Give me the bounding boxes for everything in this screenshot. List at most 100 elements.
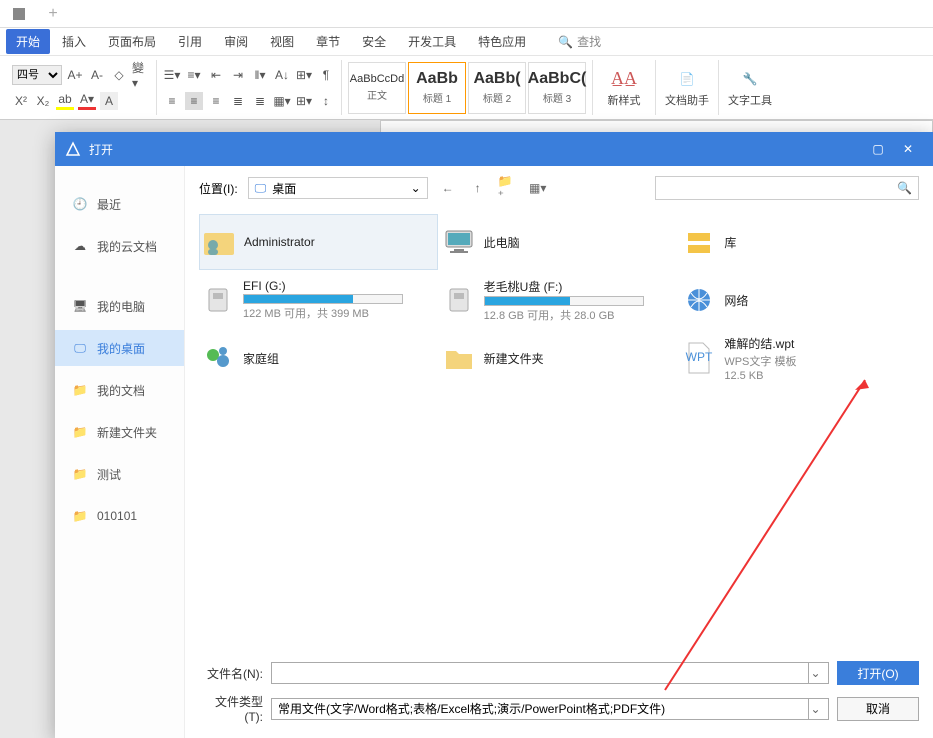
style-body[interactable]: AaBbCcDd正文 (348, 62, 406, 114)
showmarks-icon[interactable]: ¶ (317, 66, 335, 84)
tab-layout[interactable]: 页面布局 (98, 29, 166, 54)
location-select[interactable]: 🖵 桌面 ⌄ (248, 177, 428, 199)
sidebar-label: 最近 (97, 196, 121, 213)
search-field[interactable]: 🔍 (655, 176, 919, 200)
back-icon[interactable]: ← (438, 178, 458, 198)
chevron-down-icon: ⌄ (411, 181, 421, 195)
align-justify-icon[interactable]: ≣ (229, 92, 247, 110)
open-button[interactable]: 打开(O) (837, 661, 919, 685)
grow-font-icon[interactable]: A+ (66, 66, 84, 84)
new-tab-icon[interactable]: + (40, 4, 66, 24)
dialog-main: 位置(I): 🖵 桌面 ⌄ ← ↑ 📁⁺ ▦▾ 🔍 Administ (185, 166, 933, 738)
tab-review[interactable]: 审阅 (214, 29, 258, 54)
style-h1[interactable]: AaBb标题 1 (408, 62, 466, 114)
file-item-udisk[interactable]: 老毛桃U盘 (F:) 12.8 GB 可用，共 28.0 GB (440, 272, 679, 328)
cancel-button[interactable]: 取消 (837, 697, 919, 721)
file-item-network[interactable]: 网络 (680, 272, 919, 328)
align-center-icon[interactable]: ≡ (185, 92, 203, 110)
ribbon-search[interactable]: 🔍 查找 (558, 33, 601, 50)
file-item-admin[interactable]: Administrator (199, 214, 438, 270)
filename-field[interactable]: ⌄ (271, 662, 829, 684)
view-icon[interactable]: ▦▾ (528, 178, 548, 198)
cloud-icon: ☁ (73, 239, 87, 253)
style-h2[interactable]: AaBb(标题 2 (468, 62, 526, 114)
filetype-field[interactable]: 常用文件(文字/Word格式;表格/Excel格式;演示/PowerPoint格… (271, 698, 829, 720)
tab-dev[interactable]: 开发工具 (398, 29, 466, 54)
file-item-lib[interactable]: 库 (680, 214, 919, 270)
network-icon (682, 283, 716, 317)
sidebar-item-cloud[interactable]: ☁ 我的云文档 (55, 228, 184, 264)
sidebar-label: 测试 (97, 466, 121, 483)
sidebar-label: 我的桌面 (97, 340, 145, 357)
file-name: 难解的结.wpt (724, 335, 796, 352)
char-shading-icon[interactable]: A (100, 92, 118, 110)
text-direction-icon[interactable]: ↕ (317, 92, 335, 110)
font-group: 四号 A+ A- ◇ 變▾ X² X₂ ab A▾ A (6, 60, 157, 115)
up-icon[interactable]: ↑ (468, 178, 488, 198)
file-name: EFI (G:) (243, 279, 403, 293)
phonetic-icon[interactable]: 變▾ (132, 66, 150, 84)
subscript-icon[interactable]: X₂ (34, 92, 52, 110)
library-icon (682, 225, 716, 259)
new-style-button[interactable]: A̲A̲ 新样式 (599, 62, 649, 114)
sort-icon[interactable]: A↓ (273, 66, 291, 84)
font-size-select[interactable]: 四号 (12, 65, 62, 85)
tab-start[interactable]: 开始 (6, 29, 50, 54)
tab-security[interactable]: 安全 (352, 29, 396, 54)
linespace-icon[interactable]: ‖▾ (251, 66, 269, 84)
highlight-icon[interactable]: ab (56, 92, 74, 110)
homegroup-icon (201, 341, 235, 375)
superscript-icon[interactable]: X² (12, 92, 30, 110)
sidebar-item-desktop[interactable]: 🖵我的桌面 (55, 330, 184, 366)
file-item-wpt[interactable]: WPT 难解的结.wpt WPS文字 模板 12.5 KB (680, 330, 919, 386)
sidebar-item-newfolder[interactable]: 📁新建文件夹 (55, 414, 184, 450)
shading-icon[interactable]: ▦▾ (273, 92, 291, 110)
tabs-btn-icon[interactable]: ⊞▾ (295, 66, 313, 84)
file-item-folder[interactable]: 新建文件夹 (440, 330, 679, 386)
font-color-icon[interactable]: A▾ (78, 92, 96, 110)
computer-icon (442, 225, 476, 259)
text-tools-button[interactable]: 🔧 文字工具 (725, 62, 775, 114)
align-dist-icon[interactable]: ≣ (251, 92, 269, 110)
close-icon[interactable]: ✕ (893, 139, 923, 159)
tab-special[interactable]: 特色应用 (468, 29, 536, 54)
numbering-icon[interactable]: ≡▾ (185, 66, 203, 84)
sidebar-item-docs[interactable]: 📁我的文档 (55, 372, 184, 408)
file-item-homegroup[interactable]: 家庭组 (199, 330, 438, 386)
dialog-toolbar: 位置(I): 🖵 桌面 ⌄ ← ↑ 📁⁺ ▦▾ 🔍 (185, 166, 933, 210)
sidebar-label: 我的云文档 (97, 238, 157, 255)
tab-ref[interactable]: 引用 (168, 29, 212, 54)
usage-bar (243, 294, 403, 304)
svg-text:WPT: WPT (686, 350, 713, 364)
sidebar-item-computer[interactable]: 🖥我的电脑 (55, 288, 184, 324)
drive-icon (442, 283, 476, 317)
file-item-pc[interactable]: 此电脑 (440, 214, 679, 270)
sidebar-item-test[interactable]: 📁测试 (55, 456, 184, 492)
tab-view[interactable]: 视图 (260, 29, 304, 54)
new-style-icon: A̲A̲ (613, 68, 635, 90)
align-left-icon[interactable]: ≡ (163, 92, 181, 110)
sidebar-item-recent[interactable]: 🕘最近 (55, 186, 184, 222)
borders-icon[interactable]: ⊞▾ (295, 92, 313, 110)
outdent-icon[interactable]: ⇤ (207, 66, 225, 84)
sidebar-label: 新建文件夹 (97, 424, 157, 441)
tab-insert[interactable]: 插入 (52, 29, 96, 54)
align-right-icon[interactable]: ≡ (207, 92, 225, 110)
new-folder-icon[interactable]: 📁⁺ (498, 178, 518, 198)
shrink-font-icon[interactable]: A- (88, 66, 106, 84)
app-tab-icon[interactable] (6, 4, 32, 24)
file-name: 此电脑 (484, 234, 520, 251)
indent-icon[interactable]: ⇥ (229, 66, 247, 84)
bullets-icon[interactable]: ☰▾ (163, 66, 181, 84)
doc-helper-button[interactable]: 📄 文档助手 (662, 62, 712, 114)
styles-group: AaBbCcDd正文 AaBb标题 1 AaBb(标题 2 AaBbC(标题 3 (342, 60, 593, 115)
maximize-icon[interactable]: ▢ (863, 139, 893, 159)
sidebar-item-num[interactable]: 📁010101 (55, 498, 184, 534)
tab-chapter[interactable]: 章节 (306, 29, 350, 54)
style-h3[interactable]: AaBbC(标题 3 (528, 62, 586, 114)
folder-icon (442, 341, 476, 375)
window-tabbar: + (0, 0, 933, 28)
file-item-efi[interactable]: EFI (G:) 122 MB 可用，共 399 MB (199, 272, 438, 328)
search-input[interactable] (662, 181, 897, 195)
clear-format-icon[interactable]: ◇ (110, 66, 128, 84)
